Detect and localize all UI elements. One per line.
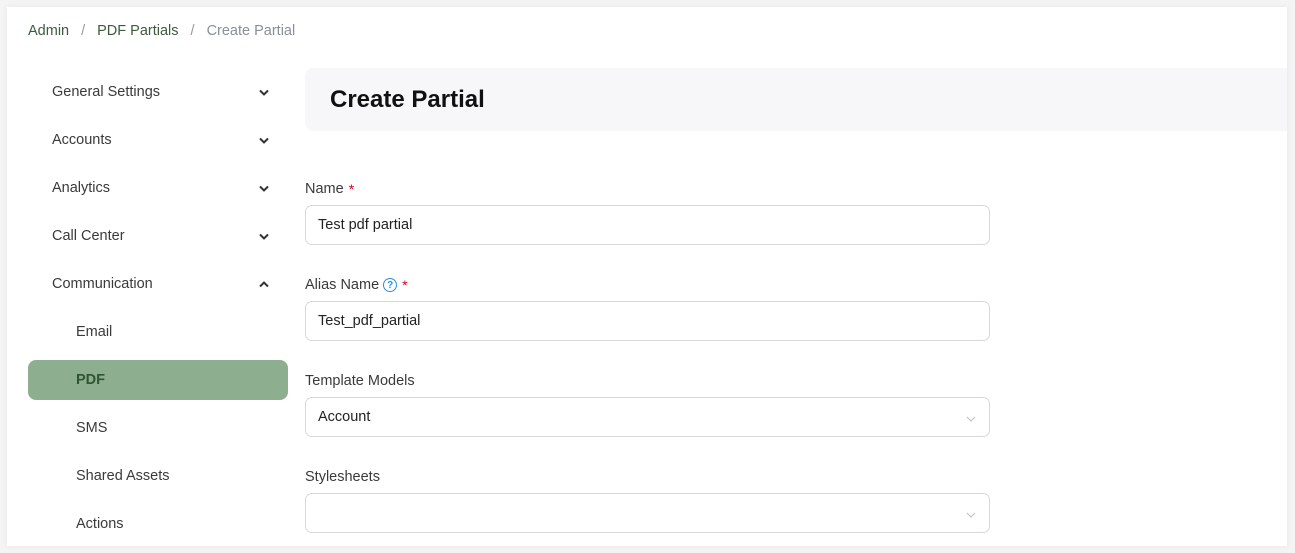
chevron-down-icon [258,86,270,98]
template-models-field: Template Models Account [305,371,990,437]
sidebar-item-label: General Settings [52,84,161,100]
stylesheets-label: Stylesheets [305,467,990,487]
sidebar-subitem-email[interactable]: Email [28,308,288,356]
sidebar-subitem-shared-assets[interactable]: Shared Assets [28,452,288,500]
alias-name-label: Alias Name ? * [305,275,990,295]
template-models-select[interactable]: Account [305,397,990,437]
sidebar-subitem-actions[interactable]: Actions [28,500,288,546]
sidebar-item-label: Accounts [52,132,112,148]
name-field: Name * Test pdf partial [305,179,990,245]
sidebar-item-communication[interactable]: Communication [28,260,288,308]
required-marker: * [402,277,408,293]
stylesheets-select[interactable] [305,493,990,533]
alias-name-input-value: Test_pdf_partial [318,313,421,329]
breadcrumb-pdf-partials[interactable]: PDF Partials [97,23,178,39]
breadcrumb: Admin / PDF Partials / Create Partial [28,23,295,39]
page-card: Admin / PDF Partials / Create Partial Ge… [7,7,1287,546]
name-input-value: Test pdf partial [318,217,413,233]
template-models-label-text: Template Models [305,373,415,389]
template-models-label: Template Models [305,371,990,391]
breadcrumb-current: Create Partial [206,23,296,39]
alias-name-label-text: Alias Name [305,277,380,293]
sidebar-item-label: Communication [52,276,153,292]
name-label-text: Name [305,181,344,197]
name-label: Name * [305,179,990,199]
help-icon[interactable]: ? [383,278,398,292]
template-models-value: Account [318,409,371,425]
sidebar-item-label: Call Center [52,228,125,244]
sidebar-item-analytics[interactable]: Analytics [28,164,288,212]
sidebar-item-call-center[interactable]: Call Center [28,212,288,260]
chevron-up-icon [258,278,270,290]
alias-name-input[interactable]: Test_pdf_partial [305,301,990,341]
sidebar-subitem-pdf[interactable]: PDF [28,360,288,400]
breadcrumb-separator: / [81,23,86,39]
breadcrumb-admin[interactable]: Admin [28,23,69,39]
page-title: Create Partial [330,85,485,113]
sidebar-subitem-sms[interactable]: SMS [28,404,288,452]
breadcrumb-separator: / [190,23,195,39]
sidebar: General Settings Accounts Analytics Call… [28,68,288,546]
stylesheets-label-text: Stylesheets [305,469,380,485]
name-input[interactable]: Test pdf partial [305,205,990,245]
chevron-down-icon [258,230,270,242]
required-marker: * [348,181,355,197]
alias-name-field: Alias Name ? * Test_pdf_partial [305,275,990,341]
sidebar-item-accounts[interactable]: Accounts [28,116,288,164]
sidebar-item-general-settings[interactable]: General Settings [28,68,288,116]
sidebar-item-label: Analytics [52,180,111,196]
stylesheets-field: Stylesheets [305,467,990,533]
chevron-down-icon [258,134,270,146]
chevron-down-icon [258,182,270,194]
page-header: Create Partial [305,68,1287,131]
main-content: Create Partial Name * Test pdf partial A… [305,68,1287,533]
chevron-down-icon [965,412,977,422]
chevron-down-icon [965,508,977,518]
